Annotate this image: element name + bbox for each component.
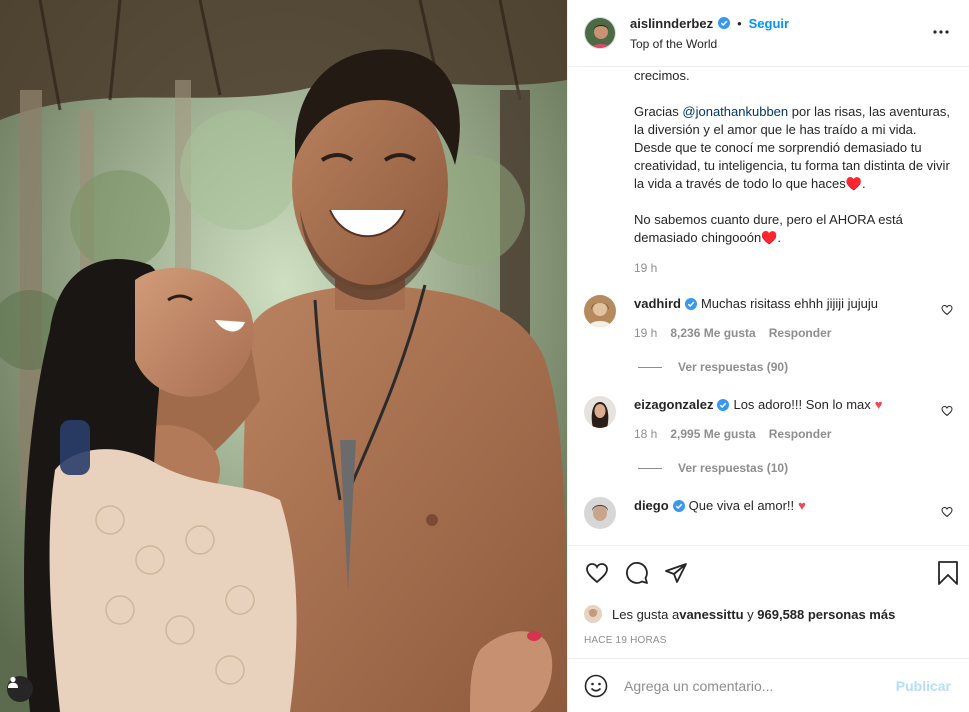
- comment-text: Muchas risitass ehhh jijiji jujuju: [700, 296, 878, 311]
- avatar[interactable]: [584, 605, 602, 623]
- post-actions: [568, 545, 969, 600]
- heart-icon: [941, 506, 953, 518]
- view-replies-button[interactable]: Ver respuestas (90): [638, 360, 929, 374]
- header-username[interactable]: aislinnderbez: [630, 16, 713, 31]
- likes-middle: y: [743, 606, 758, 622]
- comment-text: Los adoro!!! Son lo max: [733, 397, 871, 412]
- post-location[interactable]: Top of the World: [630, 37, 789, 51]
- comment-button[interactable]: [624, 561, 650, 585]
- likes-count[interactable]: 969,588 personas más: [757, 607, 895, 622]
- avatar[interactable]: [584, 17, 616, 49]
- comments-list[interactable]: crecimos. Gracias @jonathankubben por la…: [568, 67, 969, 545]
- verified-badge-icon: [684, 298, 697, 310]
- view-replies-button[interactable]: Ver respuestas (10): [638, 461, 929, 475]
- comment-item: eizagonzalez Los adoro!!! Son lo max ♥ 1…: [584, 396, 953, 475]
- bookmark-icon: [938, 561, 958, 585]
- verified-badge-icon: [718, 17, 731, 29]
- verified-badge-icon: [717, 399, 730, 411]
- like-button[interactable]: [584, 561, 610, 585]
- comment-icon: [626, 562, 648, 584]
- view-replies-label: Ver respuestas (90): [678, 360, 789, 374]
- replies-divider: [638, 467, 662, 469]
- post-caption: crecimos. Gracias @jonathankubben por la…: [584, 67, 953, 247]
- comment-like-button[interactable]: [941, 304, 953, 319]
- caption-paragraph-2: Gracias @jonathankubben por las risas, l…: [634, 103, 953, 193]
- comment-time[interactable]: 19 h: [634, 326, 657, 340]
- avatar[interactable]: [584, 396, 616, 428]
- share-button[interactable]: [664, 561, 688, 585]
- comment-likes[interactable]: 2,995 Me gusta: [670, 427, 755, 441]
- avatar[interactable]: [584, 497, 616, 529]
- post-time-ago[interactable]: HACE 19 HORAS: [568, 628, 969, 652]
- heart-emoji: ♥: [874, 397, 883, 412]
- publish-button[interactable]: Publicar: [896, 678, 951, 694]
- comment-likes[interactable]: 8,236 Me gusta: [670, 326, 755, 340]
- follow-button[interactable]: Seguir: [749, 16, 789, 31]
- heart-icon: [586, 563, 608, 584]
- liker-username[interactable]: vanessittu: [679, 607, 743, 622]
- more-horizontal-icon: [933, 30, 949, 34]
- comment-username[interactable]: eizagonzalez: [634, 396, 713, 414]
- caption-fragment: crecimos.: [634, 68, 690, 83]
- comment-input[interactable]: [624, 677, 896, 694]
- caption-time: 19 h: [634, 261, 658, 275]
- instagram-post: aislinnderbez • Seguir Top of the World: [0, 0, 969, 712]
- emoji-icon: [584, 674, 608, 697]
- post-header: aislinnderbez • Seguir Top of the World: [568, 0, 969, 67]
- replies-divider: [638, 366, 662, 368]
- comment-time[interactable]: 18 h: [634, 427, 657, 441]
- user-tag-icon: [8, 676, 18, 688]
- likes-summary: Les gusta a vanessittu y 969,588 persona…: [568, 600, 969, 628]
- avatar[interactable]: [584, 295, 616, 327]
- view-replies-label: Ver respuestas (10): [678, 461, 789, 475]
- heart-icon: [941, 405, 953, 417]
- more-options-button[interactable]: [933, 22, 949, 37]
- header-separator: •: [737, 15, 742, 31]
- comment-like-button[interactable]: [941, 405, 953, 420]
- comment-item: vadhird Muchas risitass ehhh jijiji juju…: [584, 295, 953, 374]
- save-button[interactable]: [937, 560, 959, 589]
- caption-mention[interactable]: @jonathankubben: [682, 104, 788, 119]
- tag-user-button[interactable]: [7, 676, 33, 702]
- reply-button[interactable]: Responder: [769, 427, 832, 441]
- comment-text: Que viva el amor!!: [688, 498, 795, 513]
- post-photo[interactable]: [0, 0, 567, 712]
- comment-like-button[interactable]: [941, 506, 953, 521]
- photo-illustration: [0, 0, 567, 712]
- caption-paragraph-3: No sabemos cuanto dure, pero el AHORA es…: [634, 212, 903, 245]
- add-comment-bar: Publicar: [568, 658, 969, 712]
- heart-emoji: ♥: [798, 498, 806, 513]
- caption-text: Gracias: [634, 104, 683, 119]
- reply-button[interactable]: Responder: [769, 326, 832, 340]
- comment-username[interactable]: diego: [634, 497, 669, 515]
- heart-icon: [941, 304, 953, 316]
- paper-plane-icon: [665, 563, 687, 583]
- verified-badge-icon: [672, 500, 685, 512]
- likes-prefix: Les gusta a: [612, 606, 680, 622]
- comment-username[interactable]: vadhird: [634, 295, 681, 313]
- post-side-panel: aislinnderbez • Seguir Top of the World: [567, 0, 969, 712]
- comment-item: diego Que viva el amor!! ♥: [584, 497, 953, 529]
- emoji-button[interactable]: [584, 674, 608, 698]
